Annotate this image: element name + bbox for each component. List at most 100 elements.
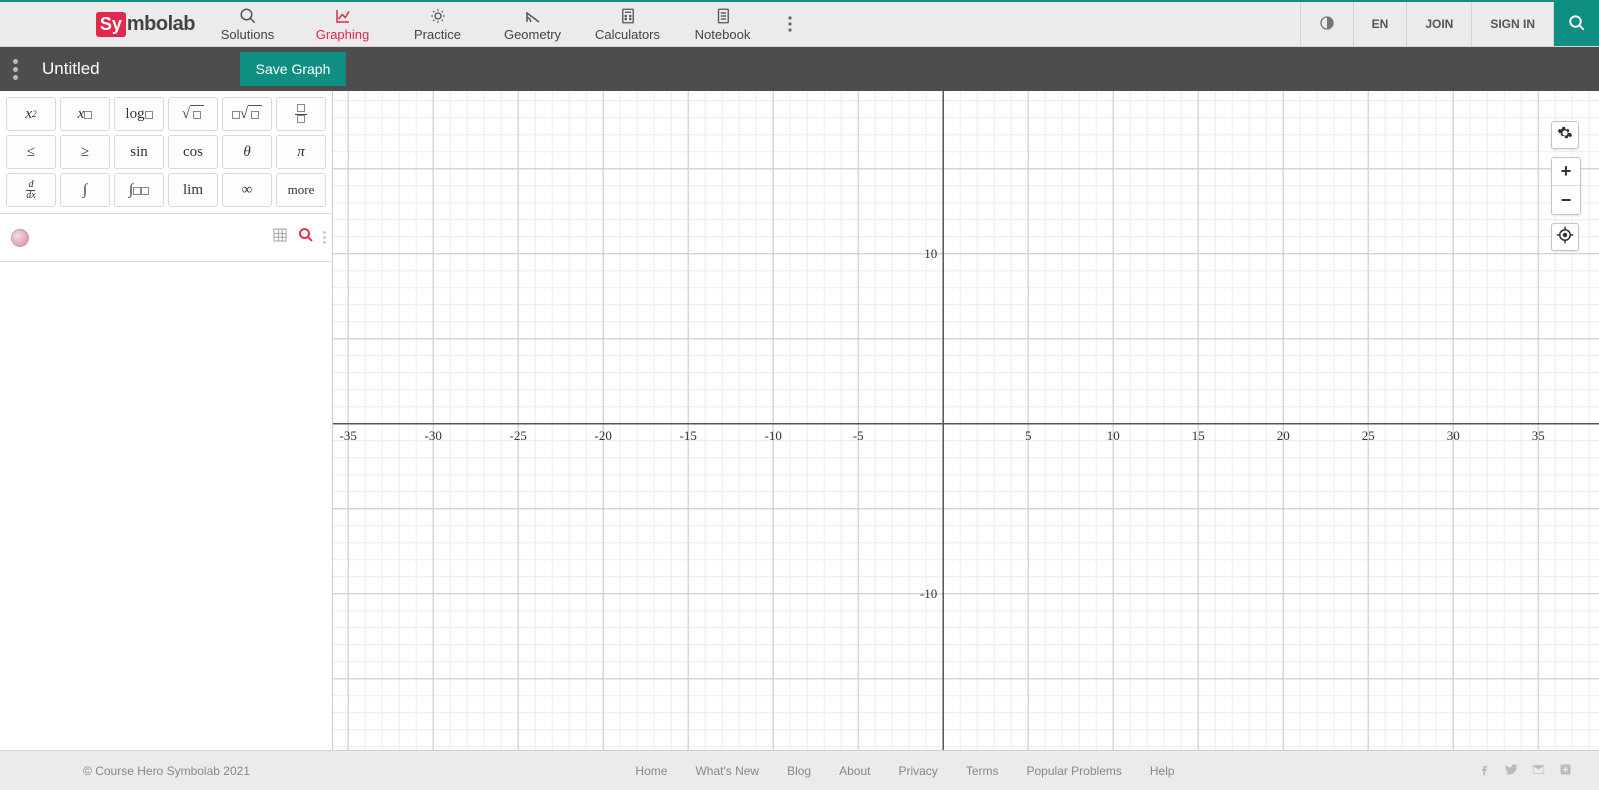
nav-more[interactable] <box>770 2 810 46</box>
left-panel: x2 x log √ √ ≤ ≥ sin cos θ π ddx ∫ ∫ lim… <box>0 91 333 790</box>
svg-text:10: 10 <box>924 246 937 261</box>
svg-text:-25: -25 <box>510 428 527 443</box>
kp-theta[interactable]: θ <box>222 135 272 169</box>
svg-text:-10: -10 <box>765 428 782 443</box>
search-icon[interactable] <box>297 226 315 249</box>
svg-text:5: 5 <box>1025 428 1032 443</box>
svg-text:-35: -35 <box>340 428 357 443</box>
save-graph-button[interactable]: Save Graph <box>240 52 347 86</box>
facebook-icon[interactable] <box>1477 762 1492 780</box>
kp-label: log <box>125 106 144 123</box>
subheader: Untitled Save Graph <box>0 47 1599 91</box>
expression-input[interactable] <box>40 214 271 261</box>
twitter-icon[interactable] <box>1504 762 1519 780</box>
nav-notebook[interactable]: Notebook <box>675 2 770 46</box>
mail-icon[interactable] <box>1531 762 1546 780</box>
kp-nthroot[interactable]: √ <box>222 97 272 131</box>
table-icon[interactable] <box>271 226 289 249</box>
dots-vertical-icon <box>323 231 326 244</box>
footer-home[interactable]: Home <box>635 764 667 778</box>
theme-toggle[interactable] <box>1300 2 1353 46</box>
svg-text:20: 20 <box>1277 428 1290 443</box>
graph-area[interactable]: -35-30-25-20-15-10-55101520253035-1010 +… <box>333 91 1599 790</box>
footer-terms[interactable]: Terms <box>966 764 999 778</box>
kp-sqrt[interactable]: √ <box>168 97 218 131</box>
svg-text:30: 30 <box>1447 428 1460 443</box>
kp-more[interactable]: more <box>276 173 326 207</box>
footer-about[interactable]: About <box>839 764 870 778</box>
lang-button[interactable]: EN <box>1353 2 1407 46</box>
kp-lim[interactable]: lim <box>168 173 218 207</box>
nav-graphing[interactable]: Graphing <box>295 2 390 46</box>
svg-text:35: 35 <box>1532 428 1545 443</box>
kp-ge[interactable]: ≥ <box>60 135 110 169</box>
nav-solutions[interactable]: Solutions <box>200 2 295 46</box>
join-button[interactable]: JOIN <box>1406 2 1471 46</box>
kp-integral[interactable]: ∫ <box>60 173 110 207</box>
kp-infinity[interactable]: ∞ <box>222 173 272 207</box>
footer-social <box>1477 762 1599 780</box>
graph-title: Untitled <box>42 59 100 79</box>
nav: Solutions Graphing Practice Geometry Cal… <box>200 2 810 46</box>
main-header: Sy mbolab Solutions Graphing Practice <box>0 2 1599 47</box>
zoom-out-button[interactable]: − <box>1552 186 1580 214</box>
footer-help[interactable]: Help <box>1150 764 1175 778</box>
nav-label: Calculators <box>595 27 660 42</box>
logo[interactable]: Sy mbolab <box>96 12 195 37</box>
recenter-button[interactable] <box>1551 223 1579 251</box>
share-icon[interactable] <box>1558 762 1573 780</box>
kp-derivative[interactable]: ddx <box>6 173 56 207</box>
footer-popular[interactable]: Popular Problems <box>1026 764 1121 778</box>
kp-pi[interactable]: π <box>276 135 326 169</box>
zoom-in-button[interactable]: + <box>1552 158 1580 186</box>
search-button[interactable] <box>1553 2 1599 46</box>
notebook-icon <box>714 7 732 25</box>
dots-vertical-icon <box>13 59 18 80</box>
kp-fraction[interactable] <box>276 97 326 131</box>
nav-practice[interactable]: Practice <box>390 2 485 46</box>
kp-cos[interactable]: cos <box>168 135 218 169</box>
minus-icon: − <box>1561 190 1572 211</box>
kp-definite-integral[interactable]: ∫ <box>114 173 164 207</box>
nav-label: Graphing <box>316 27 369 42</box>
kp-sin[interactable]: sin <box>114 135 164 169</box>
nav-label: Practice <box>414 27 461 42</box>
footer-privacy[interactable]: Privacy <box>898 764 937 778</box>
join-label: JOIN <box>1425 17 1453 31</box>
search-icon <box>239 7 257 25</box>
nav-label: Notebook <box>695 27 751 42</box>
gear-icon <box>1557 125 1573 146</box>
calculator-icon <box>619 7 637 25</box>
nav-label: Geometry <box>504 27 561 42</box>
logo-rest: mbolab <box>127 13 195 36</box>
zoom-group: + − <box>1551 157 1581 215</box>
contrast-icon <box>1319 15 1335 34</box>
lightbulb-icon <box>429 7 447 25</box>
search-icon <box>1568 14 1586 35</box>
graph-settings-button[interactable] <box>1551 121 1579 149</box>
kp-le[interactable]: ≤ <box>6 135 56 169</box>
svg-text:15: 15 <box>1192 428 1205 443</box>
graph-menu-button[interactable] <box>0 59 30 80</box>
logo-wrap: Sy mbolab <box>0 2 200 46</box>
footer-whatsnew[interactable]: What's New <box>695 764 759 778</box>
signin-button[interactable]: SIGN IN <box>1471 2 1553 46</box>
kp-x-power[interactable]: x <box>60 97 110 131</box>
kp-x-squared[interactable]: x2 <box>6 97 56 131</box>
logo-sy: Sy <box>96 12 126 37</box>
footer: © Course Hero Symbolab 2021 Home What's … <box>0 750 1599 790</box>
header-right: EN JOIN SIGN IN <box>1300 2 1599 46</box>
nav-geometry[interactable]: Geometry <box>485 2 580 46</box>
workspace: x2 x log √ √ ≤ ≥ sin cos θ π ddx ∫ ∫ lim… <box>0 91 1599 790</box>
footer-links: Home What's New Blog About Privacy Terms… <box>333 764 1477 778</box>
nav-calculators[interactable]: Calculators <box>580 2 675 46</box>
copyright: © Course Hero Symbolab 2021 <box>0 764 333 778</box>
lang-label: EN <box>1372 17 1389 31</box>
footer-blog[interactable]: Blog <box>787 764 811 778</box>
svg-text:-5: -5 <box>853 428 864 443</box>
expression-color-dot[interactable] <box>0 229 40 247</box>
kp-log[interactable]: log <box>114 97 164 131</box>
expression-row <box>0 214 332 262</box>
svg-text:-20: -20 <box>595 428 612 443</box>
expression-menu[interactable] <box>323 231 326 244</box>
